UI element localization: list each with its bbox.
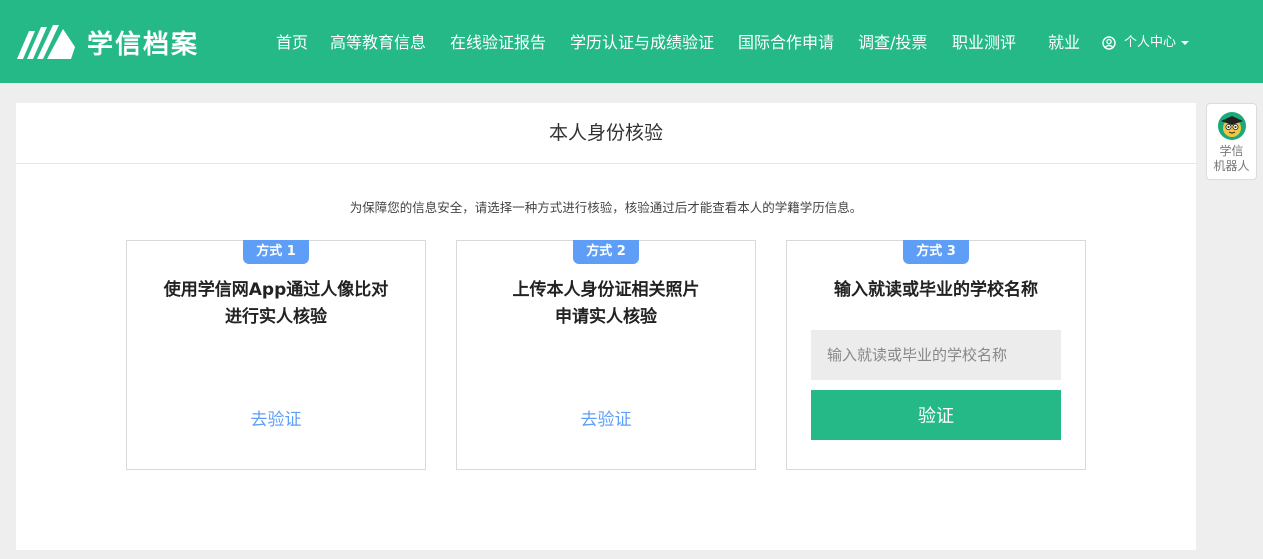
method-title: 输入就读或毕业的学校名称 xyxy=(787,277,1085,304)
robot-label-line: 机器人 xyxy=(1213,159,1250,173)
main-nav: 首页 高等教育信息 在线验证报告 学历认证与成绩验证 国际合作申请 调查/投票 … xyxy=(0,0,1263,83)
method-badge: 方式 2 xyxy=(573,240,639,264)
page-title: 本人身份核验 xyxy=(16,103,1196,164)
method-title-line: 输入就读或毕业的学校名称 xyxy=(834,280,1038,300)
method-card-school-name: 方式 3 输入就读或毕业的学校名称 验证 xyxy=(786,240,1086,470)
xuexin-robot-widget[interactable]: 学信 机器人 xyxy=(1206,103,1257,180)
nav-item-career-test[interactable]: 职业测评 xyxy=(952,32,1016,54)
nav-item-online-report[interactable]: 在线验证报告 xyxy=(450,32,546,54)
user-center-label: 个人中心 xyxy=(1124,35,1177,50)
nav-item-employment[interactable]: 就业 xyxy=(1048,32,1080,54)
method-title-line: 申请实人核验 xyxy=(555,307,657,327)
top-header: 学信档案 首页 高等教育信息 在线验证报告 学历认证与成绩验证 国际合作申请 调… xyxy=(0,0,1263,83)
school-name-input[interactable] xyxy=(811,330,1061,380)
method-title: 使用学信网App通过人像比对 进行实人核验 xyxy=(127,277,425,331)
method-title-line: 进行实人核验 xyxy=(225,307,327,327)
nav-item-survey[interactable]: 调查/投票 xyxy=(858,32,927,54)
verify-button[interactable]: 验证 xyxy=(811,390,1061,440)
robot-avatar-icon xyxy=(1218,112,1246,140)
user-circle-icon xyxy=(1102,36,1116,50)
robot-label-line: 学信 xyxy=(1219,144,1244,158)
method-badge: 方式 3 xyxy=(903,240,969,264)
user-center-menu[interactable]: 个人中心 xyxy=(1102,32,1190,54)
method-title-line: 上传本人身份证相关照片 xyxy=(512,280,700,300)
method-card-id-photo: 方式 2 上传本人身份证相关照片 申请实人核验 去验证 xyxy=(456,240,756,470)
method-title-line: 使用学信网App通过人像比对 xyxy=(163,280,389,300)
go-verify-link-app[interactable]: 去验证 xyxy=(127,405,425,430)
nav-item-certification[interactable]: 学历认证与成绩验证 xyxy=(570,32,714,54)
method-badge: 方式 1 xyxy=(243,240,309,264)
caret-down-icon xyxy=(1181,41,1190,45)
method-card-app: 方式 1 使用学信网App通过人像比对 进行实人核验 去验证 xyxy=(126,240,426,470)
nav-item-home[interactable]: 首页 xyxy=(276,32,308,54)
go-verify-link-id-photo[interactable]: 去验证 xyxy=(457,405,755,430)
robot-label: 学信 机器人 xyxy=(1207,144,1256,174)
method-title: 上传本人身份证相关照片 申请实人核验 xyxy=(457,277,755,331)
nav-item-international[interactable]: 国际合作申请 xyxy=(738,32,834,54)
nav-item-higher-education[interactable]: 高等教育信息 xyxy=(330,32,426,54)
identity-verification-panel: 本人身份核验 为保障您的信息安全，请选择一种方式进行核验，核验通过后才能查看本人… xyxy=(16,103,1196,550)
security-notice: 为保障您的信息安全，请选择一种方式进行核验，核验通过后才能查看本人的学籍学历信息… xyxy=(349,200,863,215)
